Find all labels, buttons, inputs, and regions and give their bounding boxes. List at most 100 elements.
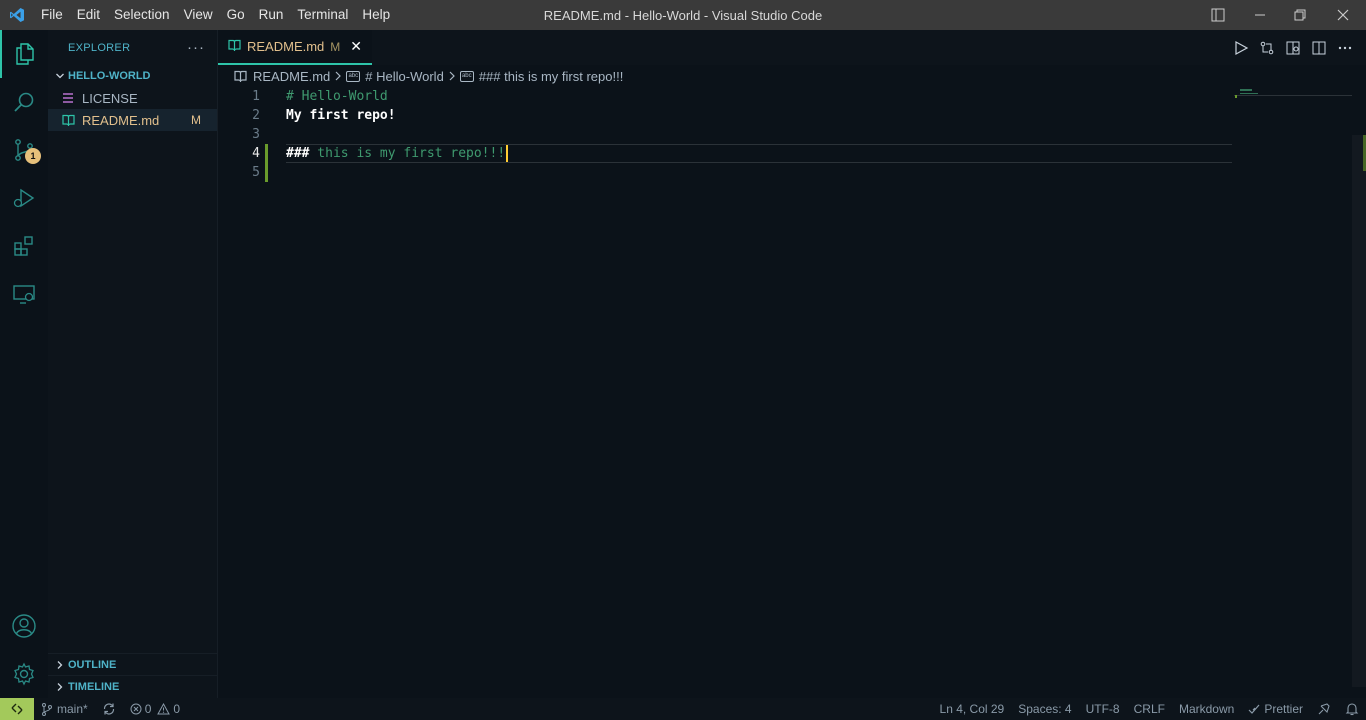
end-of-line[interactable]: CRLF	[1127, 698, 1172, 720]
folder-name: HELLO-WORLD	[68, 70, 151, 82]
search-icon	[14, 92, 34, 112]
minimap-git-mark	[1235, 95, 1237, 98]
close-tab-icon[interactable]: ✕	[350, 38, 362, 55]
accounts-button[interactable]	[0, 602, 48, 650]
problems-indicator[interactable]: 0 0	[123, 698, 187, 720]
chevron-right-icon	[334, 71, 342, 81]
editor-actions	[1228, 30, 1358, 65]
line-number: 2	[252, 108, 260, 123]
file-item-license[interactable]: LICENSE	[48, 87, 217, 109]
line-number: 1	[252, 89, 260, 104]
chevron-down-icon	[52, 68, 68, 84]
open-changes-button[interactable]	[1254, 35, 1280, 61]
title-bar: File Edit Selection View Go Run Terminal…	[0, 0, 1366, 30]
editor-tabs: README.md M ✕	[218, 30, 1366, 65]
explorer-header: EXPLORER ···	[48, 30, 217, 65]
menu-help[interactable]: Help	[355, 0, 397, 30]
outline-section[interactable]: OUTLINE	[48, 653, 218, 675]
accounts-icon	[12, 614, 36, 638]
encoding[interactable]: UTF-8	[1079, 698, 1127, 720]
breadcrumb-heading-3[interactable]: ### this is my first repo!!!	[479, 69, 624, 84]
timeline-label: TIMELINE	[68, 680, 120, 693]
chevron-right-icon	[52, 679, 68, 695]
open-preview-button[interactable]	[1280, 35, 1306, 61]
compare-changes-icon	[1260, 41, 1274, 54]
cursor-position[interactable]: Ln 4, Col 29	[933, 698, 1012, 720]
close-window-button[interactable]	[1320, 0, 1366, 30]
string-symbol-icon: abc	[459, 70, 474, 82]
search-button[interactable]	[0, 78, 48, 126]
error-icon	[130, 703, 142, 715]
chevron-right-icon	[448, 71, 456, 81]
manage-button[interactable]	[0, 650, 48, 698]
git-branch[interactable]: main*	[34, 698, 95, 720]
code-editor[interactable]: 1 # Hello-World 2 My first repo! 3 4 ###…	[218, 87, 1232, 182]
run-button[interactable]	[1228, 35, 1254, 61]
extensions-icon	[14, 236, 33, 256]
error-count: 0	[144, 702, 152, 716]
remote-icon	[11, 703, 23, 715]
remote-explorer-button[interactable]	[0, 270, 48, 318]
indentation[interactable]: Spaces: 4	[1011, 698, 1078, 720]
vertical-scrollbar[interactable]	[1352, 87, 1366, 698]
menu-edit[interactable]: Edit	[70, 0, 107, 30]
file-item-readme[interactable]: README.md M	[48, 109, 217, 131]
language-mode[interactable]: Markdown	[1172, 698, 1241, 720]
breadcrumb: README.md abc # Hello-World abc ### this…	[218, 65, 1366, 87]
menu-file[interactable]: File	[34, 0, 70, 30]
line-number: 4	[252, 146, 260, 161]
activity-bar: 1	[0, 30, 48, 698]
chevron-right-icon	[52, 657, 68, 673]
code-line-current: 4 ### this is my first repo!!!	[218, 144, 1232, 163]
source-control-button[interactable]: 1	[0, 126, 48, 174]
breadcrumb-heading-1[interactable]: # Hello-World	[365, 69, 444, 84]
run-debug-icon	[13, 188, 35, 208]
menu-go[interactable]: Go	[220, 0, 252, 30]
close-icon	[1337, 9, 1349, 21]
prettier-status[interactable]: Prettier	[1241, 698, 1310, 720]
notifications-button[interactable]	[1338, 698, 1366, 720]
more-actions-button[interactable]	[1332, 35, 1358, 61]
feedback-button[interactable]	[1310, 698, 1338, 720]
code-line: 2 My first repo!	[218, 106, 1232, 125]
source-control-badge: 1	[25, 148, 41, 164]
code-line: 3	[218, 125, 1232, 144]
remote-explorer-icon	[13, 285, 35, 304]
remote-indicator[interactable]	[0, 698, 34, 720]
tab-readme[interactable]: README.md M ✕	[218, 30, 373, 65]
timeline-section[interactable]: TIMELINE	[48, 675, 218, 697]
bell-icon	[1345, 703, 1359, 716]
folder-hello-world[interactable]: HELLO-WORLD	[48, 65, 217, 87]
run-debug-button[interactable]	[0, 174, 48, 222]
split-editor-button[interactable]	[1306, 35, 1332, 61]
outline-label: OUTLINE	[68, 658, 117, 671]
sync-button[interactable]	[95, 698, 123, 720]
window-controls	[1196, 0, 1366, 30]
scrollbar-thumb[interactable]	[1352, 135, 1366, 687]
layout-icon	[1211, 8, 1225, 22]
minimap[interactable]	[1234, 87, 1352, 698]
menu-view[interactable]: View	[177, 0, 220, 30]
text-cursor	[506, 145, 509, 162]
manage-gear-icon	[14, 662, 34, 686]
tab-label: README.md	[247, 39, 325, 54]
menu-terminal[interactable]: Terminal	[290, 0, 355, 30]
code-line: 1 # Hello-World	[218, 87, 1232, 106]
status-bar: main* 0 0 Ln 4, Col 29 Spaces: 4 UTF-8 C…	[0, 698, 1366, 720]
breadcrumb-file[interactable]: README.md	[253, 69, 330, 84]
branch-icon	[42, 702, 52, 716]
line-number: 5	[252, 165, 260, 180]
preview-icon	[1286, 41, 1300, 54]
restore-icon	[1294, 9, 1306, 21]
extensions-button[interactable]	[0, 222, 48, 270]
restore-button[interactable]	[1280, 0, 1320, 30]
more-actions-icon[interactable]: ···	[187, 39, 205, 56]
warning-count: 0	[173, 702, 181, 716]
toggle-layout-button[interactable]	[1196, 0, 1240, 30]
explorer-sidebar: EXPLORER ··· HELLO-WORLD LICENSE README.…	[48, 30, 218, 698]
menu-run[interactable]: Run	[252, 0, 291, 30]
menu-selection[interactable]: Selection	[107, 0, 177, 30]
explorer-button[interactable]	[0, 30, 48, 78]
status-bar-right: Ln 4, Col 29 Spaces: 4 UTF-8 CRLF Markdo…	[933, 698, 1366, 720]
minimize-button[interactable]	[1240, 0, 1280, 30]
